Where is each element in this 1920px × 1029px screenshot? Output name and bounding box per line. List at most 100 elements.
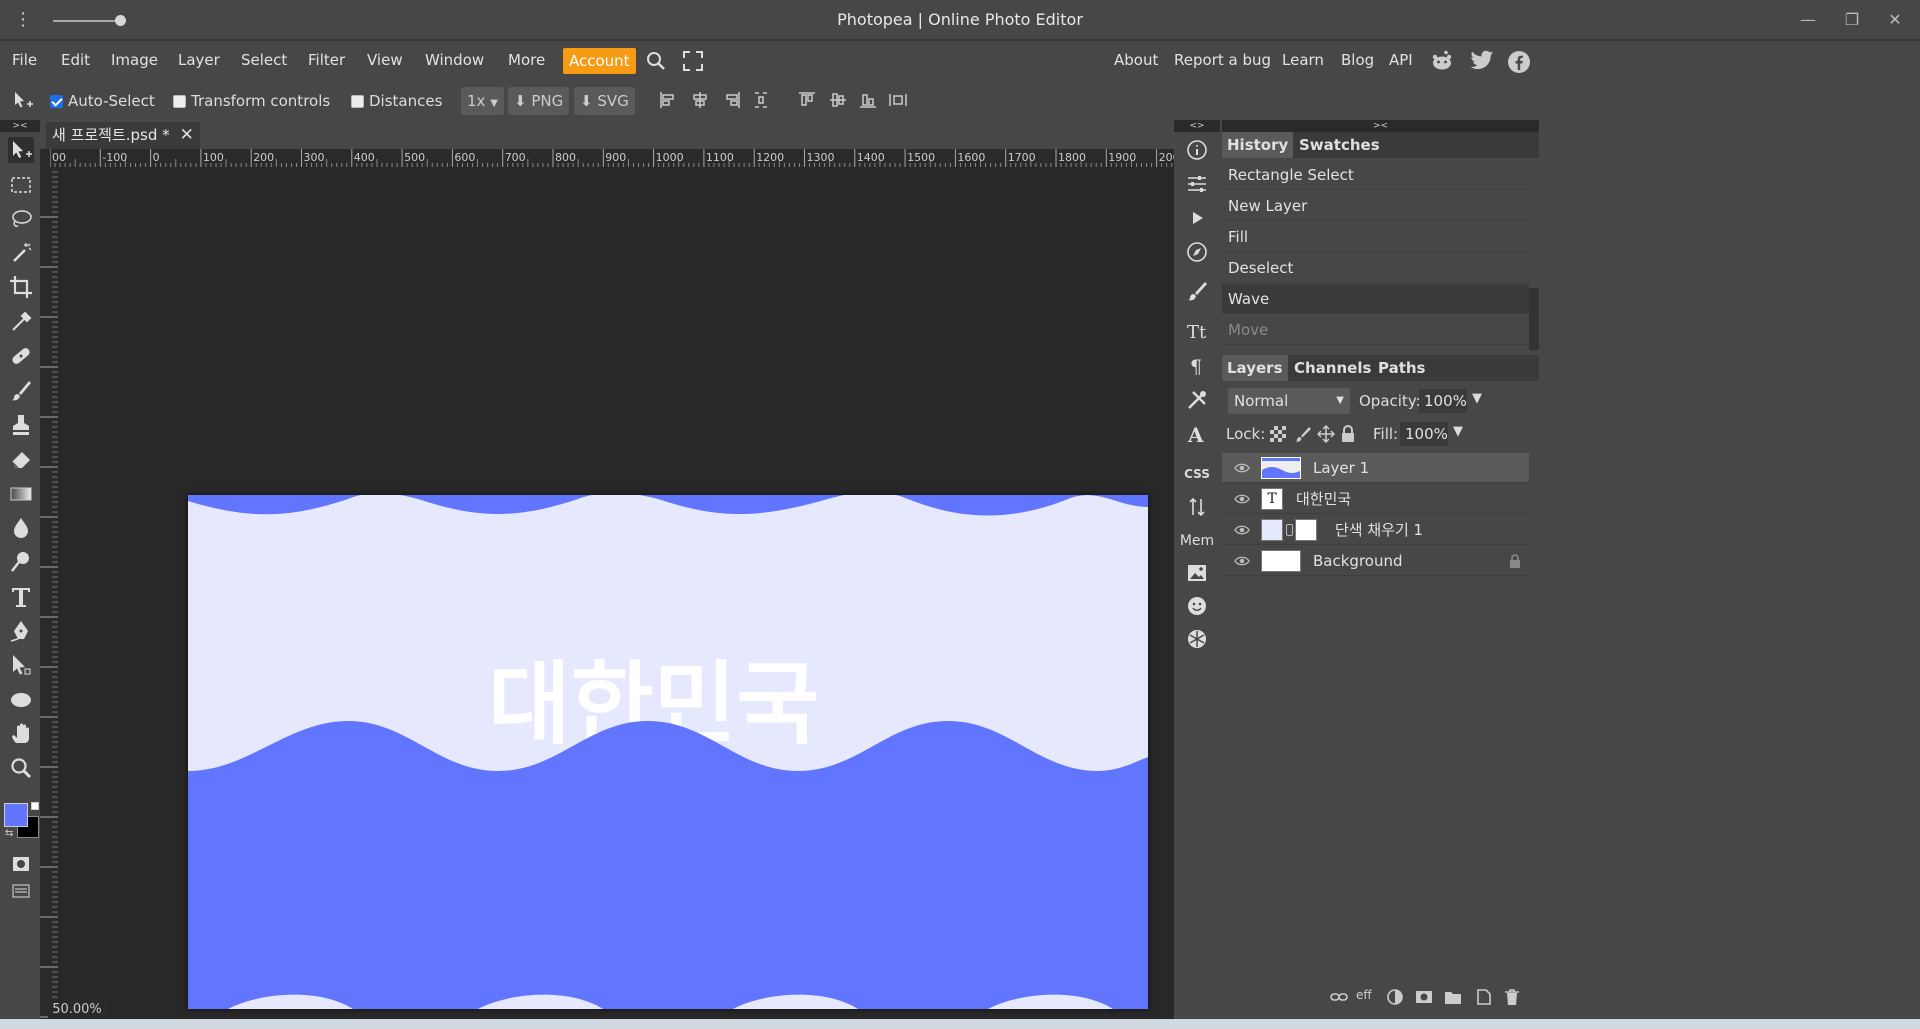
type-tool[interactable]	[8, 584, 34, 610]
image-icon[interactable]	[1186, 562, 1208, 584]
layer-row[interactable]: T 대한민국	[1222, 484, 1529, 514]
fill-input[interactable]: 100%	[1400, 422, 1448, 446]
facebook-icon[interactable]	[1507, 50, 1530, 73]
screen-mode-button[interactable]	[8, 878, 34, 898]
visibility-eye-icon[interactable]	[1234, 461, 1250, 475]
brush-tool[interactable]	[8, 378, 34, 404]
new-group-icon[interactable]	[1444, 988, 1462, 1006]
align-middle-icon[interactable]	[829, 91, 847, 109]
adjustment-layer-icon[interactable]	[1386, 988, 1404, 1006]
collapse-icons-toggle[interactable]: <>	[1174, 120, 1220, 132]
dodge-tool[interactable]	[8, 549, 34, 575]
fullscreen-icon[interactable]	[682, 50, 704, 72]
link-learn[interactable]: Learn	[1282, 43, 1324, 78]
minimize-button[interactable]: —	[1793, 8, 1823, 32]
menu-select[interactable]: Select	[241, 43, 287, 78]
menu-view[interactable]: View	[367, 43, 403, 78]
memory-label[interactable]: Mem	[1174, 533, 1220, 549]
pen-tool[interactable]	[8, 618, 34, 644]
css-panel-icon[interactable]: CSS	[1174, 467, 1220, 481]
menu-image[interactable]: Image	[111, 43, 158, 78]
layer-effects-button[interactable]: eff	[1356, 988, 1374, 1006]
menu-filter[interactable]: Filter	[308, 43, 345, 78]
tab-swatches[interactable]: Swatches	[1294, 132, 1385, 158]
visibility-eye-icon[interactable]	[1234, 523, 1250, 537]
link-api[interactable]: API	[1389, 43, 1413, 78]
layer-row[interactable]: Background	[1222, 546, 1529, 576]
document-tab[interactable]: 새 프로젝트.psd * ✕	[46, 122, 200, 149]
document-canvas[interactable]: 대한민국	[188, 495, 1148, 1009]
visibility-eye-icon[interactable]	[1234, 492, 1250, 506]
menu-file[interactable]: File	[12, 43, 37, 78]
align-left-icon[interactable]	[659, 91, 677, 109]
menu-edit[interactable]: Edit	[61, 43, 90, 78]
fill-dropdown-icon[interactable]: ▼	[1453, 424, 1463, 439]
marquee-tool[interactable]	[8, 172, 34, 198]
blur-tool[interactable]	[8, 515, 34, 541]
collapse-tools-toggle[interactable]: ><	[0, 120, 40, 132]
auto-select-checkbox[interactable]	[50, 95, 63, 108]
tab-history[interactable]: History	[1222, 132, 1294, 158]
3d-icon[interactable]	[1186, 628, 1208, 650]
transform-controls-checkbox[interactable]	[173, 95, 186, 108]
clone-stamp-tool[interactable]	[8, 412, 34, 438]
swap-colors-icon[interactable]: ⇆	[5, 828, 13, 839]
layer-row[interactable]: Layer 1	[1222, 453, 1529, 483]
close-tab-icon[interactable]: ✕	[180, 125, 194, 145]
distribute-v-icon[interactable]	[888, 91, 907, 109]
healing-tool[interactable]	[8, 343, 34, 369]
history-item[interactable]: Rectangle Select	[1222, 160, 1529, 190]
play-icon[interactable]	[1186, 207, 1208, 229]
gradient-tool[interactable]	[8, 481, 34, 507]
quick-mask-button[interactable]	[8, 851, 34, 871]
tab-paths[interactable]: Paths	[1373, 355, 1431, 381]
distances-checkbox[interactable]	[351, 95, 364, 108]
history-item[interactable]: New Layer	[1222, 191, 1529, 221]
horizontal-ruler[interactable]: 00 -100 0 100 200 300 400 500 600 700 800 900 1000 11…	[50, 149, 1174, 167]
lock-transparency-icon[interactable]	[1270, 426, 1286, 442]
export-png-button[interactable]: ⬇ PNG	[508, 87, 570, 115]
history-item-current[interactable]: Wave	[1222, 284, 1529, 314]
eyedropper-tool[interactable]	[8, 309, 34, 335]
default-colors-icon[interactable]	[31, 802, 39, 810]
glyphs-icon[interactable]: A	[1186, 423, 1208, 447]
add-mask-icon[interactable]	[1415, 988, 1433, 1006]
menu-window[interactable]: Window	[425, 43, 484, 78]
visibility-eye-icon[interactable]	[1234, 554, 1250, 568]
close-window-button[interactable]: ✕	[1880, 8, 1910, 32]
tool-presets-icon[interactable]	[1186, 389, 1208, 411]
align-center-h-icon[interactable]	[691, 91, 709, 109]
align-top-icon[interactable]	[798, 91, 816, 109]
twitter-icon[interactable]	[1470, 50, 1493, 72]
search-icon[interactable]	[645, 50, 667, 72]
magic-wand-tool[interactable]	[8, 240, 34, 266]
collapse-panels-toggle[interactable]: ><	[1222, 120, 1539, 132]
auto-select-option[interactable]: Auto-Select	[50, 89, 155, 113]
zoom-tool[interactable]	[8, 755, 34, 781]
history-item[interactable]: Fill	[1222, 222, 1529, 252]
tab-layers[interactable]: Layers	[1222, 355, 1288, 381]
export-svg-button[interactable]: ⬇ SVG	[574, 87, 635, 115]
character-icon[interactable]: Tt	[1186, 320, 1208, 343]
delete-layer-icon[interactable]	[1503, 988, 1521, 1006]
link-about[interactable]: About	[1114, 43, 1158, 78]
menu-layer[interactable]: Layer	[178, 43, 220, 78]
blend-mode-select[interactable]: Normal ▼	[1228, 388, 1350, 414]
new-layer-icon[interactable]	[1474, 988, 1492, 1006]
scale-select[interactable]: 1x ▼	[461, 87, 504, 115]
distances-option[interactable]: Distances	[351, 89, 442, 113]
tab-channels[interactable]: Channels	[1289, 355, 1376, 381]
reddit-icon[interactable]	[1430, 50, 1452, 72]
brush-settings-icon[interactable]	[1186, 280, 1208, 302]
opacity-dropdown-icon[interactable]: ▼	[1472, 391, 1482, 406]
menu-more[interactable]: More	[508, 43, 545, 78]
move-tool[interactable]	[8, 137, 34, 163]
layer-row[interactable]: 단색 채우기 1	[1222, 515, 1529, 545]
link-layers-icon[interactable]	[1330, 988, 1348, 1006]
lasso-tool[interactable]	[8, 206, 34, 232]
restore-button[interactable]: ❐	[1837, 8, 1867, 32]
lock-pixels-icon[interactable]	[1294, 425, 1312, 447]
zoom-level[interactable]: 50.00%	[48, 1000, 106, 1020]
eraser-tool[interactable]	[8, 446, 34, 472]
opacity-input[interactable]: 100%	[1419, 389, 1467, 413]
